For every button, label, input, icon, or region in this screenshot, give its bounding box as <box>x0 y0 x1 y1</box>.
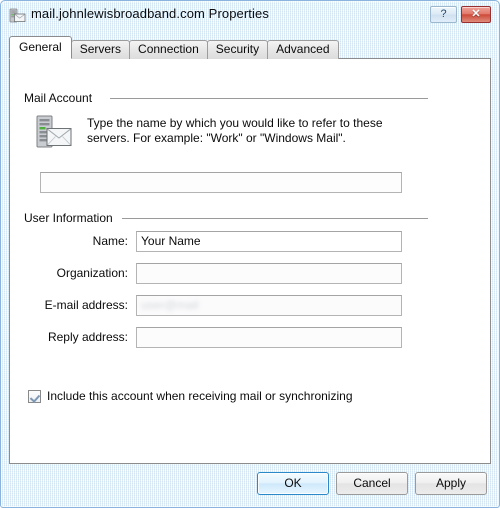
tab-panel-general: Mail Account Type the name by which you … <box>9 58 491 464</box>
properties-dialog-window: mail.johnlewisbroadband.com Properties ?… <box>0 0 500 508</box>
description-line-2: servers. For example: "Work" or "Windows… <box>87 131 346 145</box>
title-bar: mail.johnlewisbroadband.com Properties ?… <box>2 2 498 29</box>
tab-security[interactable]: Security <box>206 40 269 59</box>
mail-account-description: Type the name by which you would like to… <box>87 116 437 146</box>
dialog-client-area: General Servers Connection Security Adva… <box>9 31 493 499</box>
tab-strip: General Servers Connection Security Adva… <box>9 36 339 59</box>
account-name-input[interactable] <box>40 172 402 193</box>
user-information-group-label: User Information <box>24 211 113 225</box>
cancel-button[interactable]: Cancel <box>336 472 408 495</box>
mail-account-group-rule <box>110 98 428 99</box>
organization-input[interactable] <box>136 263 402 284</box>
close-icon: ✕ <box>471 8 481 20</box>
email-address-input[interactable]: user@mail <box>136 295 402 316</box>
tab-servers[interactable]: Servers <box>70 40 131 59</box>
window-title: mail.johnlewisbroadband.com Properties <box>31 6 269 21</box>
include-account-label: Include this account when receiving mail… <box>47 389 353 403</box>
close-button[interactable]: ✕ <box>461 6 491 23</box>
name-label: Name: <box>92 234 128 248</box>
organization-label: Organization: <box>56 266 128 280</box>
mail-account-group-label: Mail Account <box>24 91 93 105</box>
dialog-footer: OK Cancel Apply <box>9 472 491 496</box>
tab-advanced[interactable]: Advanced <box>267 40 339 59</box>
include-account-checkbox[interactable] <box>28 389 41 403</box>
description-line-1: Type the name by which you would like to… <box>87 116 383 130</box>
tab-connection[interactable]: Connection <box>129 40 208 59</box>
ok-button[interactable]: OK <box>257 472 329 495</box>
include-account-checkbox-row[interactable]: Include this account when receiving mail… <box>28 389 353 403</box>
email-address-label: E-mail address: <box>44 298 128 312</box>
reply-address-label: Reply address: <box>47 330 128 344</box>
mail-server-icon <box>36 115 72 149</box>
help-button[interactable]: ? <box>430 6 457 23</box>
name-input[interactable]: Your Name <box>136 231 402 252</box>
user-information-group-rule <box>122 218 428 219</box>
reply-address-input[interactable] <box>136 327 402 348</box>
tab-general[interactable]: General <box>9 36 72 59</box>
mail-server-icon <box>9 8 26 24</box>
email-address-value: user@mail <box>141 298 199 312</box>
name-value: Your Name <box>141 234 201 248</box>
apply-button[interactable]: Apply <box>415 472 487 495</box>
